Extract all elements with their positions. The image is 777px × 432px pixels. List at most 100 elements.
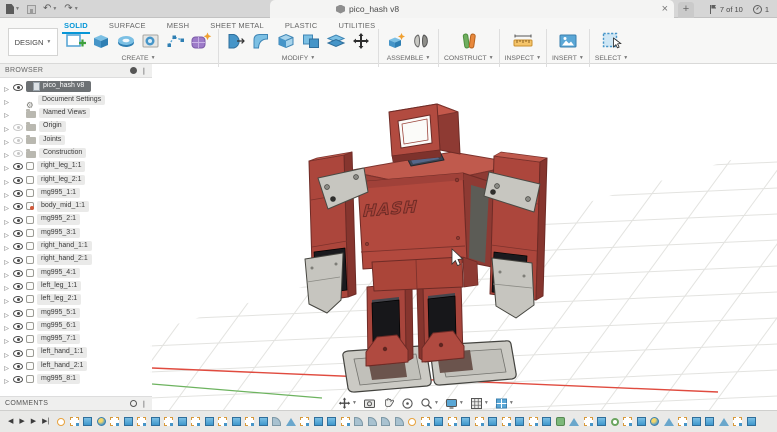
timeline-feature-icon[interactable]: [569, 418, 579, 426]
construct-group-label[interactable]: CONSTRUCT▼: [444, 55, 494, 62]
viewports-button[interactable]: ▼: [495, 397, 514, 410]
timeline-feature-icon[interactable]: [245, 417, 254, 426]
visibility-eye-icon[interactable]: [13, 321, 23, 330]
timeline-feature-icon[interactable]: [272, 417, 281, 426]
orbit-button[interactable]: [401, 397, 414, 410]
timeline-feature-icon[interactable]: [164, 417, 173, 426]
timeline-feature-icon[interactable]: [434, 417, 443, 426]
timeline-feature-icon[interactable]: [395, 417, 404, 426]
visibility-eye-icon[interactable]: [13, 242, 23, 251]
visibility-eye-icon[interactable]: [13, 335, 23, 344]
timeline-feature-icon[interactable]: [286, 418, 296, 426]
pan-button[interactable]: [382, 397, 395, 410]
move-copy-button[interactable]: [349, 30, 373, 52]
browser-options-icon[interactable]: [130, 67, 137, 74]
timeline-feature-icon[interactable]: [650, 417, 659, 426]
go-to-end-button[interactable]: ▶|: [42, 418, 49, 425]
timeline-feature-icon[interactable]: [692, 417, 701, 426]
measure-button[interactable]: [511, 30, 535, 52]
browser-item[interactable]: mg995_5:1: [0, 306, 152, 319]
visibility-eye-icon[interactable]: [13, 308, 23, 317]
timeline-feature-icon[interactable]: [191, 417, 200, 426]
visibility-eye-icon[interactable]: [13, 82, 23, 91]
extrude-button[interactable]: [89, 30, 113, 52]
close-tab-button[interactable]: ×: [662, 4, 668, 15]
timeline-feature-icon[interactable]: [327, 417, 336, 426]
timeline-feature-icon[interactable]: [664, 418, 674, 426]
save-button[interactable]: [27, 5, 36, 14]
timeline-feature-icon[interactable]: [733, 417, 742, 426]
construction-plane-button[interactable]: [457, 30, 481, 52]
visibility-eye-icon[interactable]: [13, 268, 23, 277]
browser-item[interactable]: body_mid_1:1: [0, 200, 152, 213]
timeline-feature-icon[interactable]: [421, 417, 430, 426]
create-form-button[interactable]: [189, 30, 213, 52]
new-component-button[interactable]: [384, 30, 408, 52]
pipe-button[interactable]: [164, 30, 188, 52]
visibility-eye-icon[interactable]: [13, 295, 23, 304]
timeline-feature-icon[interactable]: [151, 417, 160, 426]
timeline-feature-icon[interactable]: [368, 417, 377, 426]
step-back-button[interactable]: ◀: [8, 418, 13, 425]
workspace-selector[interactable]: DESIGN▼: [8, 28, 58, 56]
timeline-feature-icon[interactable]: [124, 417, 133, 426]
timeline-feature-icon[interactable]: [475, 417, 484, 426]
panel-grip-icon[interactable]: ❙: [141, 400, 147, 408]
undo-button[interactable]: ↶▼: [43, 4, 57, 14]
insert-canvas-button[interactable]: [556, 30, 580, 52]
visibility-eye-icon[interactable]: [13, 361, 23, 370]
robot-model[interactable]: HASH: [305, 104, 547, 392]
browser-item[interactable]: mg995_6:1: [0, 319, 152, 332]
visibility-eye-icon[interactable]: [13, 255, 23, 264]
browser-item[interactable]: Origin: [0, 120, 152, 133]
browser-item[interactable]: Document Settings: [0, 93, 152, 106]
visibility-eye-icon[interactable]: [13, 215, 23, 224]
timeline-feature-icon[interactable]: [137, 417, 146, 426]
select-group-label[interactable]: SELECT▼: [595, 55, 628, 62]
timeline-feature-icon[interactable]: [408, 418, 416, 426]
timeline-feature-icon[interactable]: [584, 417, 593, 426]
viewport-3d[interactable]: HASH: [150, 64, 777, 410]
timeline-feature-icon[interactable]: [70, 417, 79, 426]
step-forward-button[interactable]: ▶: [31, 418, 36, 425]
visibility-eye-icon[interactable]: [13, 282, 23, 291]
timeline-feature-icon[interactable]: [97, 417, 106, 426]
timeline-feature-icon[interactable]: [461, 417, 470, 426]
shell-button[interactable]: [274, 30, 298, 52]
browser-item[interactable]: mg995_2:1: [0, 213, 152, 226]
timeline-feature-icon[interactable]: [623, 417, 632, 426]
look-at-button[interactable]: [363, 397, 376, 410]
timeline-feature-icon[interactable]: [719, 418, 729, 426]
timeline-feature-icon[interactable]: [611, 418, 619, 426]
select-button[interactable]: [600, 30, 624, 52]
visibility-eye-icon[interactable]: [13, 122, 23, 131]
timeline-feature-icon[interactable]: [556, 417, 565, 426]
browser-item[interactable]: left_hand_1:1: [0, 346, 152, 359]
timeline-feature-icon[interactable]: [178, 417, 187, 426]
timeline-feature-icon[interactable]: [205, 417, 214, 426]
browser-item[interactable]: Named Views: [0, 107, 152, 120]
timeline-feature-icon[interactable]: [747, 417, 756, 426]
browser-item[interactable]: mg995_7:1: [0, 333, 152, 346]
panel-grip-icon[interactable]: ❙: [141, 67, 147, 75]
expand-arrow-icon[interactable]: [3, 370, 10, 388]
press-pull-button[interactable]: [224, 30, 248, 52]
sweep-button[interactable]: [139, 30, 163, 52]
timeline-feature-icon[interactable]: [57, 418, 65, 426]
display-settings-button[interactable]: ▼: [445, 397, 464, 410]
timeline-feature-icon[interactable]: [300, 417, 309, 426]
visibility-eye-icon[interactable]: [13, 375, 23, 384]
modify-group-label[interactable]: MODIFY▼: [282, 55, 315, 62]
zoom-button[interactable]: ▼: [420, 397, 439, 410]
visibility-eye-icon[interactable]: [13, 175, 23, 184]
browser-item[interactable]: right_leg_1:1: [0, 160, 152, 173]
timeline-feature-icon[interactable]: [488, 417, 497, 426]
browser-item[interactable]: pico_hash v8: [0, 80, 152, 93]
split-body-button[interactable]: [324, 30, 348, 52]
timeline-feature-icon[interactable]: [542, 417, 551, 426]
new-tab-button[interactable]: +: [678, 2, 694, 18]
visibility-eye-icon[interactable]: [13, 135, 23, 144]
timeline-feature-icon[interactable]: [314, 417, 323, 426]
timeline-feature-icon[interactable]: [705, 417, 714, 426]
visibility-eye-icon[interactable]: [13, 162, 23, 171]
